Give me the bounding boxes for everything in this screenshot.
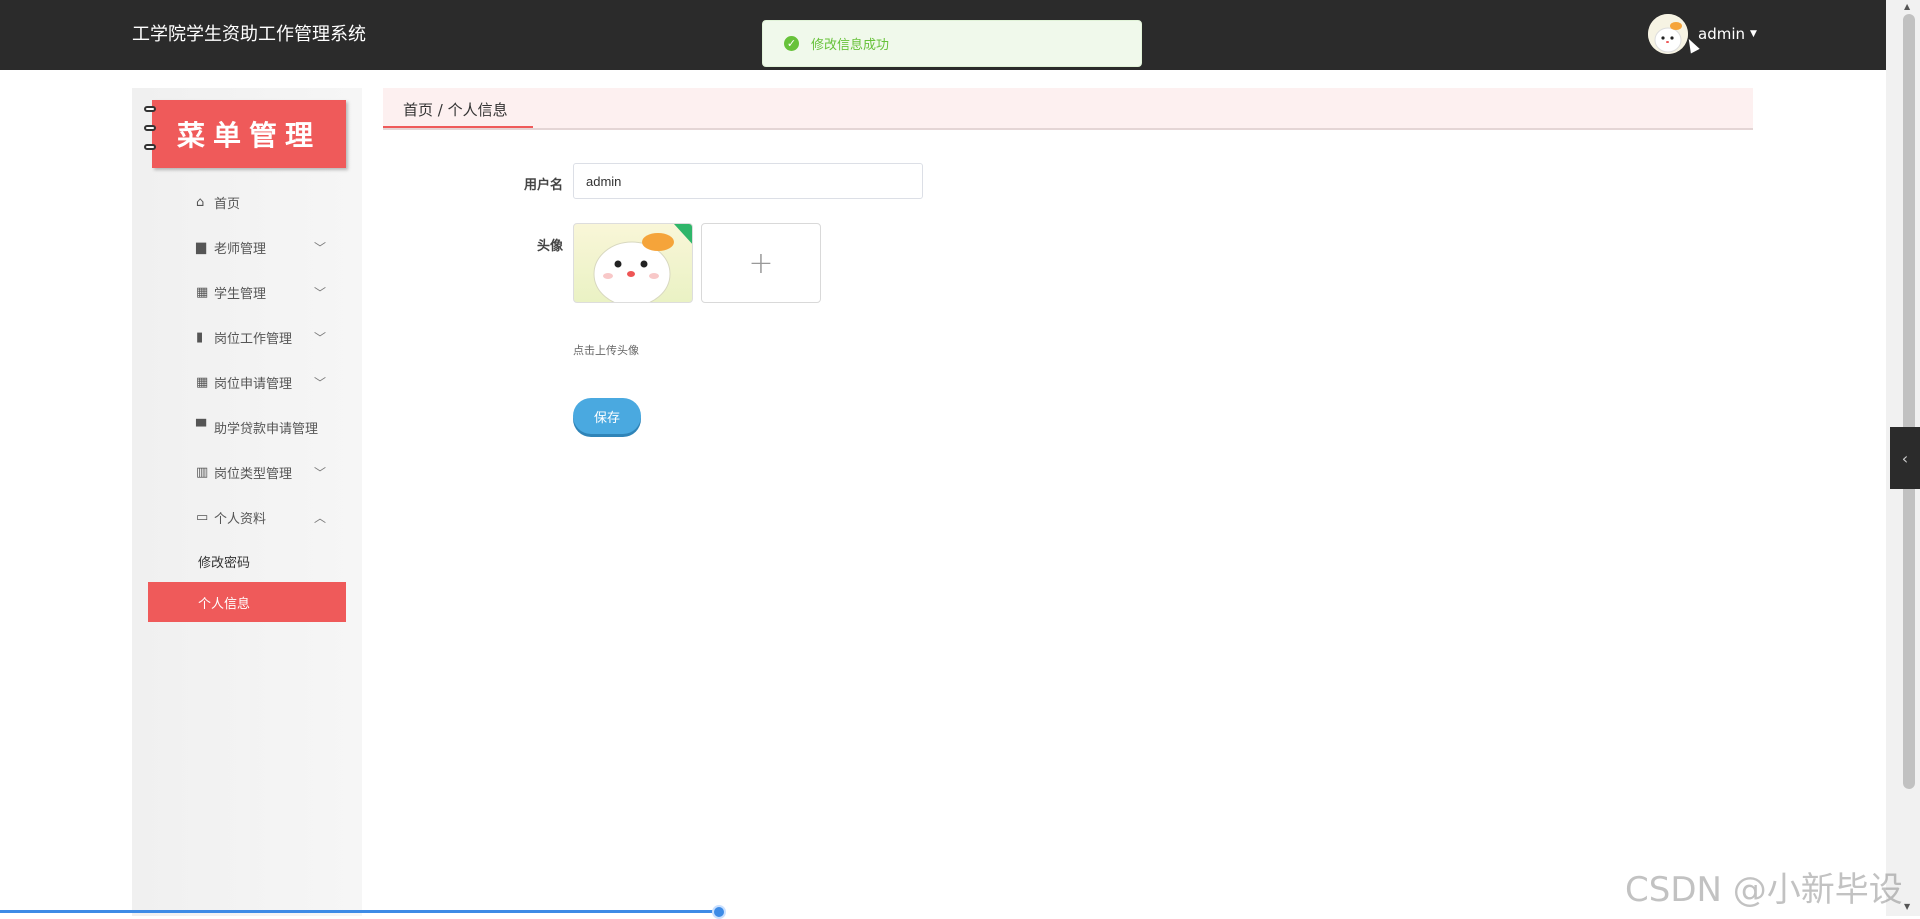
menu-banner-title: 菜单管理 bbox=[176, 119, 321, 152]
sidebar-item-students[interactable]: ▦ 学生管理 ﹀ bbox=[132, 270, 362, 314]
sidebar-item-teachers[interactable]: ▆ 老师管理 ﹀ bbox=[132, 225, 362, 269]
user-name[interactable]: admin bbox=[1698, 25, 1745, 43]
user-avatar[interactable] bbox=[1648, 14, 1688, 54]
upload-hint: 点击上传头像 bbox=[573, 344, 639, 357]
sidebar-item-label: 岗位工作管理 bbox=[214, 331, 293, 347]
sidebar-subitem-change-password[interactable]: 修改密码 bbox=[148, 541, 346, 581]
sidebar-item-label: 岗位申请管理 bbox=[214, 376, 293, 392]
sidebar: 菜单管理 ⌂ 首页 ▆ 老师管理 ﹀ ▦ 学生管理 ﹀ ▮ 岗位工作管理 ﹀ ▦… bbox=[132, 88, 362, 916]
avatar-image[interactable] bbox=[573, 223, 693, 303]
save-button[interactable]: 保存 bbox=[573, 398, 641, 434]
menu-banner: 菜单管理 bbox=[144, 100, 346, 168]
chevron-left-icon: ‹ bbox=[1901, 448, 1909, 468]
grid-icon: ▦ bbox=[196, 374, 209, 390]
watermark: CSDN @小新毕设 bbox=[1625, 870, 1903, 910]
chevron-down-icon: ﹀ bbox=[314, 465, 327, 480]
progress-knob[interactable] bbox=[712, 905, 726, 919]
clipboard-icon: ▮ bbox=[196, 329, 204, 345]
binder-rings-icon bbox=[144, 106, 158, 164]
username-label: 用户名 bbox=[523, 178, 563, 193]
hamster-avatar-icon bbox=[1648, 14, 1688, 54]
check-circle-icon: ✓ bbox=[784, 36, 799, 51]
plus-icon: + bbox=[748, 245, 774, 281]
hamster-avatar-icon bbox=[593, 224, 692, 302]
sidebar-item-label: 首页 bbox=[214, 196, 241, 212]
success-toast: ✓ 修改信息成功 bbox=[762, 20, 1142, 67]
user-menu[interactable]: admin ▼ bbox=[1648, 14, 1757, 54]
sidebar-item-label: 学生管理 bbox=[214, 286, 267, 302]
sidebar-item-job-type[interactable]: ▥ 岗位类型管理 ﹀ bbox=[132, 450, 362, 494]
sidebar-subitem-label: 修改密码 bbox=[198, 555, 251, 571]
sidebar-item-loan-application[interactable]: ▀ 助学贷款申请管理 bbox=[132, 405, 362, 449]
breadcrumb-text[interactable]: 首页 / 个人信息 bbox=[403, 99, 508, 120]
id-card-icon: ▭ bbox=[196, 509, 209, 525]
sidebar-item-profile[interactable]: ▭ 个人资料 ︿ bbox=[132, 495, 362, 539]
scrollbar-thumb[interactable] bbox=[1903, 14, 1915, 789]
sidebar-item-home[interactable]: ⌂ 首页 bbox=[132, 180, 362, 224]
monitor-icon: ▀ bbox=[196, 419, 206, 435]
sidebar-item-label: 岗位类型管理 bbox=[214, 466, 293, 482]
page-progress-bar bbox=[0, 910, 720, 913]
sidebar-item-label: 助学贷款申请管理 bbox=[214, 421, 319, 437]
sidebar-item-label: 个人资料 bbox=[214, 511, 267, 527]
sidebar-item-label: 老师管理 bbox=[214, 241, 267, 257]
toast-message: 修改信息成功 bbox=[811, 38, 890, 53]
upload-button[interactable]: + bbox=[701, 223, 821, 303]
chevron-down-icon: ﹀ bbox=[314, 285, 327, 300]
breadcrumb: 首页 / 个人信息 bbox=[383, 88, 1753, 130]
briefcase-icon: ▆ bbox=[196, 239, 206, 255]
app-title: 工学院学生资助工作管理系统 bbox=[132, 24, 366, 45]
sidebar-item-job-work[interactable]: ▮ 岗位工作管理 ﹀ bbox=[132, 315, 362, 359]
grid-icon: ▦ bbox=[196, 284, 209, 300]
caret-down-icon[interactable]: ▼ bbox=[1750, 29, 1757, 39]
sidebar-item-job-application[interactable]: ▦ 岗位申请管理 ﹀ bbox=[132, 360, 362, 404]
book-icon: ▥ bbox=[196, 464, 209, 480]
chevron-up-icon: ︿ bbox=[314, 510, 327, 525]
sidebar-subitem-label: 个人信息 bbox=[198, 596, 251, 612]
chevron-down-icon: ﹀ bbox=[314, 240, 327, 255]
sidebar-subitem-personal-info[interactable]: 个人信息 bbox=[148, 582, 346, 622]
username-input[interactable] bbox=[573, 163, 923, 199]
chevron-down-icon: ﹀ bbox=[314, 375, 327, 390]
home-icon: ⌂ bbox=[196, 194, 205, 210]
side-panel-toggle[interactable]: ‹ bbox=[1890, 427, 1920, 489]
breadcrumb-tab: 首页 / 个人信息 bbox=[383, 88, 533, 128]
chevron-down-icon: ﹀ bbox=[314, 330, 327, 345]
avatar-label: 头像 bbox=[536, 239, 563, 254]
scroll-up-icon[interactable]: ▲ bbox=[1904, 2, 1910, 11]
scroll-down-icon[interactable]: ▼ bbox=[1904, 902, 1910, 911]
